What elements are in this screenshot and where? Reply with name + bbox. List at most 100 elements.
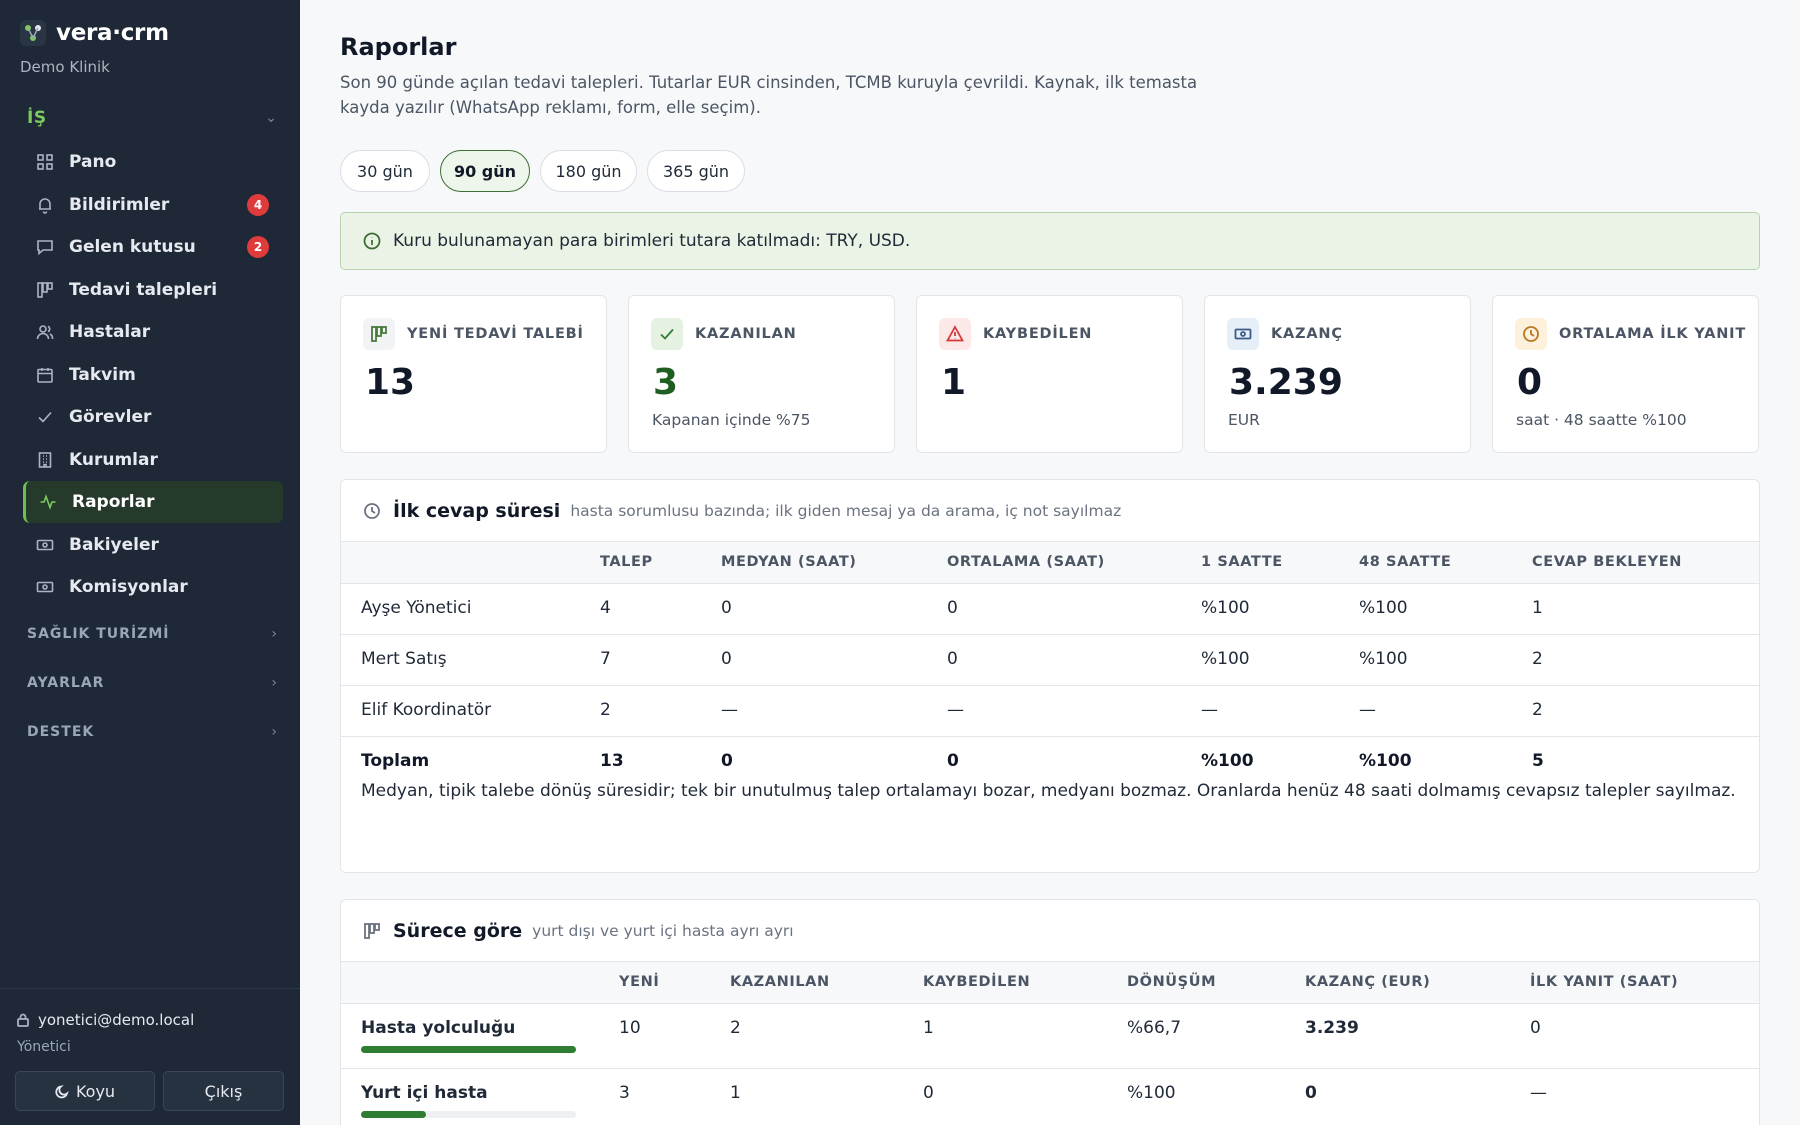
table-cell: 3.239 — [1305, 1018, 1359, 1038]
kpi-label: KAZANÇ — [1271, 326, 1343, 342]
column-header[interactable]: TALEP — [600, 554, 653, 570]
sidebar-item-label: Kurumlar — [69, 450, 158, 470]
first-response-card: İlk cevap süresi hasta sorumlusu bazında… — [340, 479, 1760, 873]
column-header[interactable]: ORTALAMA (SAAT) — [947, 554, 1105, 570]
table-cell: — — [721, 700, 738, 720]
chevron-right-icon: › — [271, 675, 277, 691]
sidebar-item-gorevler[interactable]: Görevler — [23, 396, 283, 438]
by-process-card: Sürece göre yurt dışı ve yurt içi hasta … — [340, 899, 1760, 1125]
column-header[interactable]: KAZANILAN — [730, 974, 830, 990]
column-header[interactable]: 1 SAATTE — [1201, 554, 1283, 570]
table-cell: 4 — [600, 598, 611, 618]
sidebar-item-kurumlar[interactable]: Kurumlar — [23, 439, 283, 481]
sidebar: vera·crm Demo Klinik İŞ ⌄ Pano Bildiriml… — [0, 0, 300, 1125]
sidebar-item-label: Takvim — [69, 365, 136, 385]
table-cell: %100 — [1201, 598, 1250, 618]
kpi-label: KAZANILAN — [695, 326, 797, 342]
sidebar-item-komisyonlar[interactable]: Komisyonlar — [23, 566, 283, 608]
table-cell: 0 — [923, 1083, 934, 1103]
info-icon — [363, 232, 381, 250]
sidebar-item-gelen-kutusu[interactable]: Gelen kutusu 2 — [23, 226, 283, 268]
nav-group-destek[interactable]: DESTEK › — [27, 724, 277, 740]
brand[interactable]: vera·crm — [20, 20, 169, 46]
table-cell: 2 — [1532, 700, 1543, 720]
kpi-value: 1 — [941, 362, 967, 403]
chevron-right-icon: › — [271, 724, 277, 740]
column-header[interactable]: KAYBEDİLEN — [923, 974, 1030, 990]
sidebar-item-pano[interactable]: Pano — [23, 141, 283, 183]
bell-icon — [35, 195, 55, 215]
table-cell: %100 — [1359, 751, 1412, 771]
table-footnote: Medyan, tipik talebe dönüş süresidir; te… — [361, 781, 1736, 801]
calendar-icon — [35, 365, 55, 385]
period-365[interactable]: 365 gün — [647, 150, 745, 192]
logout-button[interactable]: Çıkış — [163, 1071, 284, 1111]
column-header[interactable]: CEVAP BEKLEYEN — [1532, 554, 1682, 570]
org-name: Demo Klinik — [20, 58, 110, 76]
card-subtitle: hasta sorumlusu bazında; ilk giden mesaj… — [570, 501, 1122, 520]
clock-icon — [364, 502, 380, 519]
column-header[interactable]: DÖNÜŞÜM — [1127, 974, 1216, 990]
kpi-sub: Kapanan içinde %75 — [652, 411, 811, 429]
table-cell: %100 — [1201, 751, 1254, 771]
sidebar-item-label: Tedavi talepleri — [69, 280, 218, 300]
table-row[interactable]: Mert Satış 7 0 0 %100 %100 2 — [341, 635, 1759, 686]
table-total-row: Toplam 13 0 0 %100 %100 5 — [341, 737, 1759, 779]
table-cell: Ayşe Yönetici — [361, 598, 472, 618]
column-header[interactable]: İLK YANIT (SAAT) — [1530, 974, 1678, 990]
table-cell: 0 — [947, 751, 959, 771]
column-header[interactable]: MEDYAN (SAAT) — [721, 554, 857, 570]
nav-group-saglik-turizmi[interactable]: SAĞLIK TURİZMİ › — [27, 626, 277, 642]
card-title: İlk cevap süresi — [393, 499, 561, 522]
table-row[interactable]: Yurt içi hasta 3 1 0 %100 0 — — [341, 1069, 1759, 1125]
sidebar-footer: yonetici@demo.local Yönetici Koyu Çıkış — [0, 988, 300, 1125]
table-header: YENİ KAZANILAN KAYBEDİLEN DÖNÜŞÜM KAZANÇ… — [341, 962, 1759, 1004]
lock-icon — [17, 1013, 29, 1027]
chevron-right-icon: › — [271, 626, 277, 642]
table-cell: 0 — [1530, 1018, 1541, 1038]
sidebar-item-tedavi-talepleri[interactable]: Tedavi talepleri — [23, 269, 283, 311]
table-cell: 3 — [619, 1083, 630, 1103]
share-bar-fill — [361, 1046, 576, 1053]
sidebar-item-bakiyeler[interactable]: Bakiyeler — [23, 524, 283, 566]
share-bar — [361, 1046, 576, 1053]
cash-icon — [35, 535, 55, 555]
column-header[interactable]: YENİ — [619, 974, 659, 990]
table-cell: 7 — [600, 649, 611, 669]
column-header[interactable]: KAZANÇ (EUR) — [1305, 974, 1430, 990]
page-description: Son 90 günde açılan tedavi talepleri. Tu… — [340, 73, 1198, 117]
kanban-icon — [364, 922, 380, 939]
nav-group-is[interactable]: İŞ ⌄ — [27, 108, 277, 128]
dark-mode-button[interactable]: Koyu — [15, 1071, 155, 1111]
cash-icon — [35, 577, 55, 597]
column-header[interactable]: 48 SAATTE — [1359, 554, 1451, 570]
sidebar-item-raporlar[interactable]: Raporlar — [23, 481, 283, 523]
sidebar-item-bildirimler[interactable]: Bildirimler 4 — [23, 184, 283, 226]
table-cell: — — [1359, 700, 1376, 720]
period-180[interactable]: 180 gün — [540, 150, 637, 192]
sidebar-item-takvim[interactable]: Takvim — [23, 354, 283, 396]
sidebar-item-label: Gelen kutusu — [69, 237, 196, 257]
period-30[interactable]: 30 gün — [340, 150, 430, 192]
inbox-badge: 2 — [247, 236, 269, 258]
currency-notice: Kuru bulunamayan para birimleri tutara k… — [340, 212, 1760, 270]
table-cell: %100 — [1201, 649, 1250, 669]
sidebar-item-hastalar[interactable]: Hastalar — [23, 311, 283, 353]
table-cell: Mert Satış — [361, 649, 447, 669]
period-90[interactable]: 90 gün — [440, 150, 530, 192]
table-row[interactable]: Elif Koordinatör 2 — — — — 2 — [341, 686, 1759, 737]
kpi-label: KAYBEDİLEN — [983, 326, 1093, 342]
share-bar-fill — [361, 1111, 426, 1118]
grid-icon — [35, 152, 55, 172]
nav-group-label: SAĞLIK TURİZMİ — [27, 626, 170, 642]
table-row[interactable]: Hasta yolculuğu 10 2 1 %66,7 3.239 0 — [341, 1004, 1759, 1069]
kanban-icon — [363, 318, 395, 350]
table-row[interactable]: Ayşe Yönetici 4 0 0 %100 %100 1 — [341, 584, 1759, 635]
sidebar-item-label: Görevler — [69, 407, 152, 427]
users-icon — [35, 322, 55, 342]
kpi-new-requests: YENİ TEDAVİ TALEBİ 13 — [340, 295, 607, 453]
table-cell: Yurt içi hasta — [361, 1083, 488, 1103]
nav-group-ayarlar[interactable]: AYARLAR › — [27, 675, 277, 691]
table-cell: 2 — [600, 700, 611, 720]
table-cell: — — [947, 700, 964, 720]
